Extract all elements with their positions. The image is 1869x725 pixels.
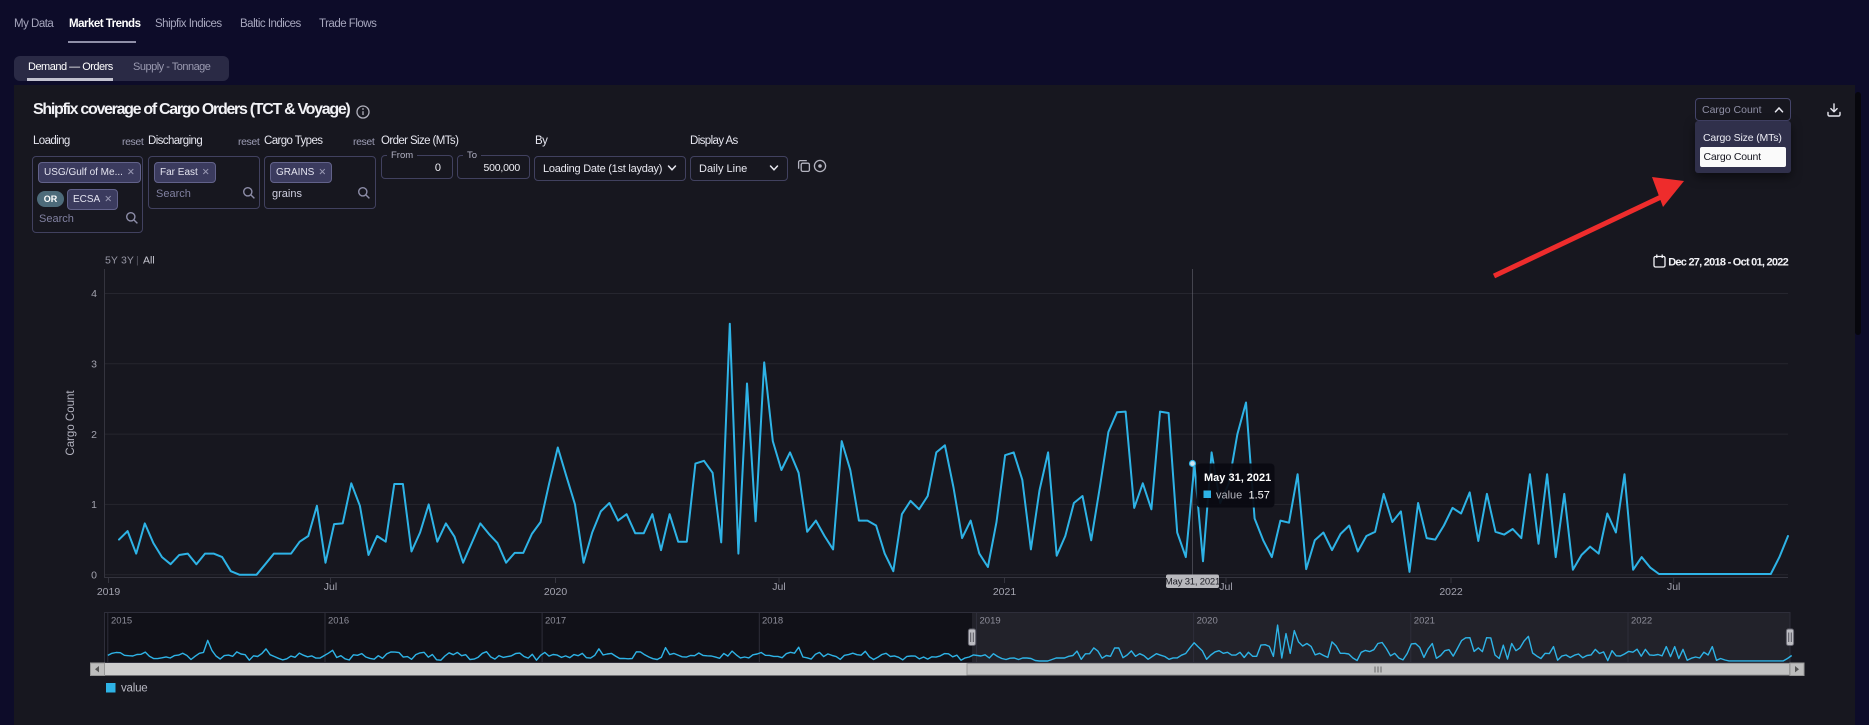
svg-text:3Y: 3Y (121, 255, 134, 267)
svg-text:Jul: Jul (1667, 581, 1680, 593)
svg-text:0: 0 (91, 569, 97, 581)
svg-text:3: 3 (91, 359, 97, 371)
svg-text:1: 1 (91, 499, 97, 511)
svg-text:Cargo Count: Cargo Count (65, 390, 77, 456)
svg-text:1.57: 1.57 (1249, 490, 1270, 502)
svg-text:2022: 2022 (1631, 616, 1652, 627)
svg-text:5Y: 5Y (105, 255, 118, 267)
svg-text:4: 4 (91, 288, 97, 300)
svg-text:Jul: Jul (1219, 581, 1232, 593)
svg-text:2: 2 (91, 429, 97, 441)
svg-text:2016: 2016 (328, 616, 349, 627)
svg-text:2020: 2020 (544, 586, 568, 598)
svg-text:2015: 2015 (111, 616, 132, 627)
svg-text:2021: 2021 (993, 586, 1017, 598)
svg-text:2021: 2021 (1414, 616, 1435, 627)
svg-text:Jul: Jul (772, 581, 785, 593)
svg-text:Dec 27, 2018 - Oct 01, 2022: Dec 27, 2018 - Oct 01, 2022 (1668, 257, 1788, 269)
svg-text:value: value (1216, 490, 1242, 502)
svg-text:2022: 2022 (1439, 586, 1463, 598)
svg-text:2019: 2019 (980, 616, 1001, 627)
svg-text:May 31, 2021: May 31, 2021 (1204, 472, 1271, 484)
svg-text:|: | (136, 255, 139, 267)
svg-text:value: value (121, 683, 148, 695)
svg-text:2020: 2020 (1197, 616, 1218, 627)
svg-text:2019: 2019 (97, 586, 121, 598)
svg-text:May 31, 2021: May 31, 2021 (1165, 577, 1220, 588)
svg-text:All: All (143, 255, 155, 267)
svg-text:Jul: Jul (324, 581, 337, 593)
svg-text:2018: 2018 (762, 616, 783, 627)
svg-text:2017: 2017 (545, 616, 566, 627)
